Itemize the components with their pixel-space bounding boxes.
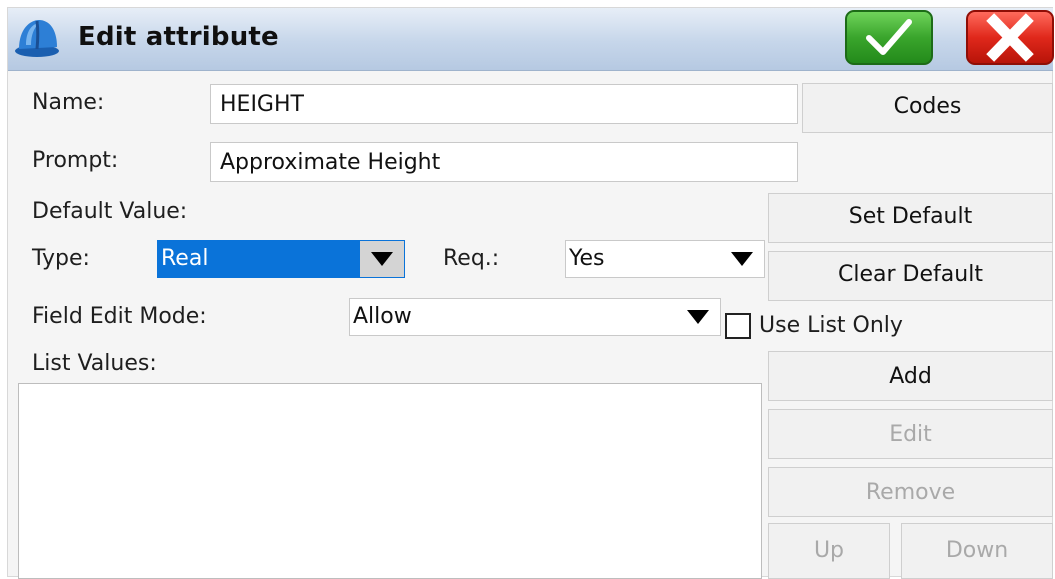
chevron-down-icon xyxy=(720,241,764,277)
prompt-input[interactable]: Approximate Height xyxy=(210,142,798,182)
type-label: Type: xyxy=(32,246,90,271)
name-input[interactable]: HEIGHT xyxy=(210,84,798,124)
field-edit-mode-label: Field Edit Mode: xyxy=(32,304,207,329)
remove-button[interactable]: Remove xyxy=(768,467,1053,517)
use-list-only-label[interactable]: Use List Only xyxy=(759,313,903,338)
cancel-button[interactable] xyxy=(966,10,1054,65)
codes-button[interactable]: Codes xyxy=(802,83,1053,133)
field-edit-mode-value: Allow xyxy=(353,304,412,329)
prompt-label: Prompt: xyxy=(32,148,119,173)
type-select[interactable]: Real xyxy=(157,240,405,278)
set-default-button[interactable]: Set Default xyxy=(768,193,1053,243)
req-select-value: Yes xyxy=(569,246,605,271)
checkmark-icon xyxy=(866,19,912,55)
default-value-label: Default Value: xyxy=(32,199,188,224)
name-label: Name: xyxy=(32,90,105,115)
hard-hat-icon xyxy=(12,15,62,61)
up-button[interactable]: Up xyxy=(768,523,890,579)
list-values-box[interactable] xyxy=(18,383,762,579)
edit-button[interactable]: Edit xyxy=(768,409,1053,459)
use-list-only-checkbox[interactable] xyxy=(725,313,751,339)
close-x-icon xyxy=(986,13,1034,62)
clear-default-button[interactable]: Clear Default xyxy=(768,251,1053,301)
list-values-label: List Values: xyxy=(32,351,157,376)
ok-button[interactable] xyxy=(845,10,933,65)
field-edit-mode-select[interactable]: Allow xyxy=(349,298,721,336)
req-select[interactable]: Yes xyxy=(565,240,765,278)
chevron-down-icon xyxy=(676,299,720,335)
type-select-value: Real xyxy=(161,246,209,271)
chevron-down-icon xyxy=(360,241,404,277)
add-button[interactable]: Add xyxy=(768,351,1053,401)
down-button[interactable]: Down xyxy=(901,523,1053,579)
window-title: Edit attribute xyxy=(78,22,279,52)
req-label: Req.: xyxy=(443,246,500,271)
